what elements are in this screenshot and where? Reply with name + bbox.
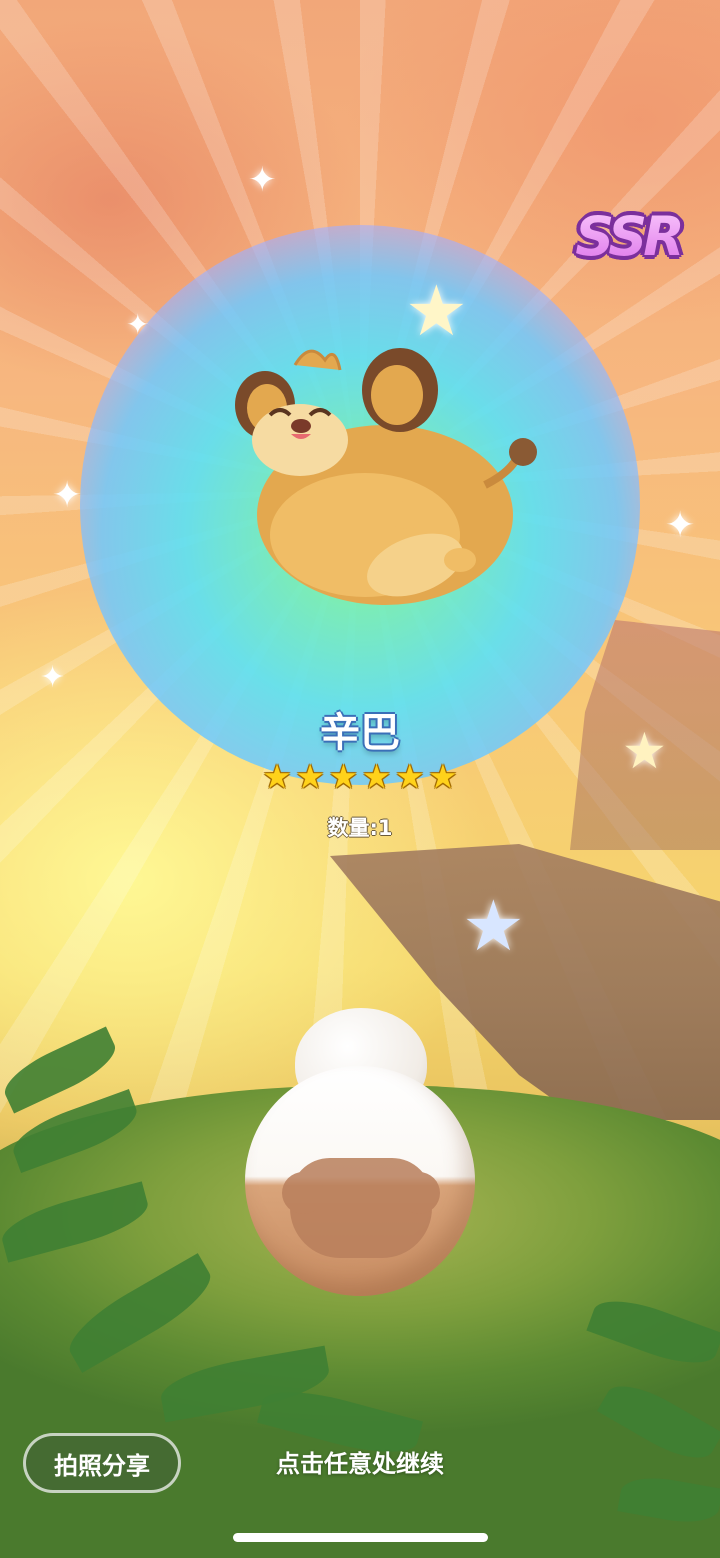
sparkle-icon: ✦: [126, 308, 150, 341]
sparkle-icon: ✦: [40, 660, 66, 695]
star-icon: ★: [328, 757, 359, 796]
draw-result-screen[interactable]: ✦ ✦ ✦ ✦ ✦ ★ ★ ★ SSR 辛巴 ★ ★ ★ ★ ★ ★ 数量:1: [0, 0, 720, 1558]
character-name: 辛巴: [320, 710, 400, 756]
sparkle-icon: ✦: [248, 160, 277, 200]
star-decoration-icon: ★: [462, 885, 525, 967]
star-rating: ★ ★ ★ ★ ★ ★: [262, 757, 458, 800]
ssr-rarity-badge: SSR: [566, 196, 690, 276]
share-photo-button[interactable]: 拍照分享: [23, 1433, 181, 1493]
quantity-label: 数量:1: [327, 816, 393, 840]
star-icon: ★: [295, 757, 325, 796]
sparkle-icon: ✦: [665, 505, 696, 546]
sparkle-icon: ✦: [52, 475, 83, 516]
star-icon: ★: [394, 757, 425, 796]
star-icon: ★: [428, 757, 458, 796]
home-indicator[interactable]: [233, 1533, 488, 1542]
star-icon: ★: [262, 757, 292, 796]
tap-to-continue-hint: 点击任意处继续: [276, 1450, 444, 1478]
star-icon: ★: [361, 757, 392, 796]
simba-character: [235, 348, 537, 605]
lion-emblem-icon: [282, 1158, 440, 1258]
